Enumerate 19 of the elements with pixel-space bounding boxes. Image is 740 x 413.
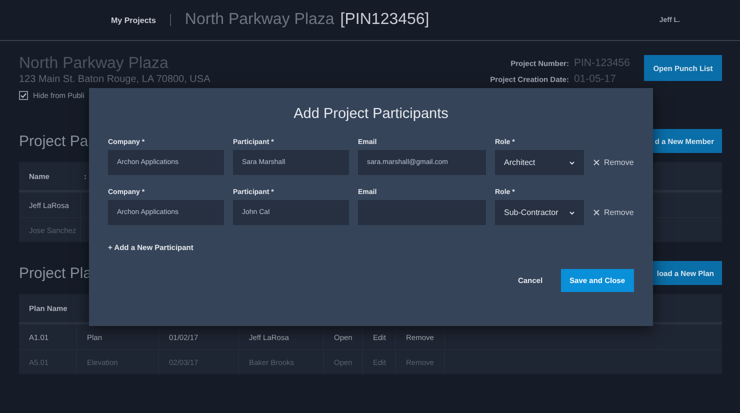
input-field[interactable]	[358, 200, 486, 225]
project-title: North Parkway Plaza	[184, 11, 334, 29]
close-icon	[593, 159, 600, 166]
info-value: 01-05-17	[574, 73, 617, 85]
role-dropdown[interactable]: Architect	[495, 150, 584, 175]
chevron-down-icon	[569, 160, 575, 164]
project-address: 123 Main St. Baton Rouge, LA 70800, USA	[19, 74, 210, 85]
close-icon	[593, 209, 600, 216]
chevron-down-icon	[569, 210, 575, 214]
remove-button[interactable]: Remove	[593, 150, 634, 175]
project-name: North Parkway Plaza	[19, 55, 170, 73]
checkbox[interactable]	[19, 91, 28, 100]
info-value: PIN-123456	[574, 57, 630, 69]
remove-button[interactable]: Remove	[593, 200, 634, 225]
section-title: Project Pa	[19, 132, 88, 150]
nav-link[interactable]: My Projects	[111, 16, 156, 24]
role-dropdown[interactable]: Sub-Contractor	[495, 200, 584, 225]
project-pin: [PIN123456]	[340, 11, 430, 29]
modal-title: Add Project Participants	[292, 106, 450, 122]
